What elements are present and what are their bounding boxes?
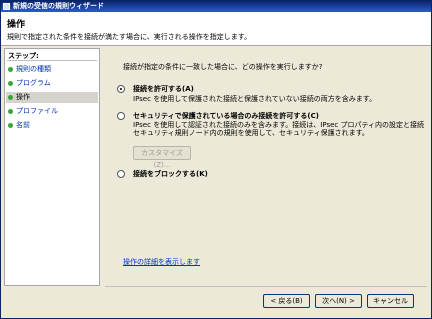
allow-secure-radio[interactable] <box>117 112 125 120</box>
step-label: 規則の種類 <box>16 65 51 73</box>
customize-button[interactable]: カスタマイズ(Z)... <box>133 146 191 169</box>
wizard-window: 新規の受信の規則ウィザード 操作 規則で指定された条件を接続が満たす場合に、実行… <box>0 0 432 319</box>
step-profile[interactable]: プロファイル <box>6 106 98 117</box>
step-bullet-icon <box>8 95 13 100</box>
step-bullet-icon <box>8 109 13 114</box>
allow-connection-radio[interactable] <box>117 85 125 93</box>
allow-connection-label[interactable]: 接続を許可する(A) <box>133 84 194 94</box>
step-action[interactable]: 操作 <box>6 92 98 103</box>
steps-panel: ステップ: 規則の種類 プログラム 操作 プロファイル 名前 <box>4 48 100 286</box>
step-label: 操作 <box>16 93 30 101</box>
block-connection-radio[interactable] <box>117 170 125 178</box>
step-program[interactable]: プログラム <box>6 78 98 89</box>
step-bullet-icon <box>8 123 13 128</box>
step-label: プロファイル <box>16 107 58 115</box>
step-label: プログラム <box>16 79 51 87</box>
allow-connection-description: IPsec を使用して保護された接続と保護されていない接続の両方を含みます。 <box>133 95 377 103</box>
allow-secure-description-1: IPsec を使用して認証された接続のみを含みます。接続は、IPsec プロパテ… <box>133 121 425 129</box>
back-button[interactable]: < 戻る(B) <box>263 294 310 308</box>
step-name[interactable]: 名前 <box>6 120 98 131</box>
step-rule-type[interactable]: 規則の種類 <box>6 64 98 75</box>
page-description: 規則で指定された条件を接続が満たす場合に、実行される操作を指定します。 <box>7 33 252 41</box>
step-label: 名前 <box>16 121 30 129</box>
footer-divider <box>105 286 427 287</box>
step-bullet-icon <box>8 67 13 72</box>
block-connection-label[interactable]: 接続をブロックする(K) <box>133 169 208 179</box>
allow-secure-label[interactable]: セキュリティで保護されている場合のみ接続を許可する(C) <box>133 111 319 121</box>
action-details-link[interactable]: 操作の詳細を表示します <box>123 257 200 267</box>
wizard-header: 操作 規則で指定された条件を接続が満たす場合に、実行される操作を指定します。 <box>1 12 431 46</box>
steps-divider <box>7 60 97 61</box>
action-question: 接続が指定の条件に一致した場合に、どの操作を実行しますか? <box>123 63 323 71</box>
cancel-button[interactable]: キャンセル <box>367 294 414 308</box>
action-panel: 接続が指定の条件に一致した場合に、どの操作を実行しますか? 接続を許可する(A)… <box>105 48 427 286</box>
page-title: 操作 <box>7 20 26 30</box>
step-bullet-icon <box>8 81 13 86</box>
firewall-icon <box>3 3 10 10</box>
allow-secure-description-2: セキュリティ規則ノード内の規則を使用して、セキュリティ保護されます。 <box>133 129 369 137</box>
title-bar[interactable]: 新規の受信の規則ウィザード <box>1 1 431 12</box>
next-button[interactable]: 次へ(N) > <box>315 294 362 308</box>
window-title: 新規の受信の規則ウィザード <box>13 2 104 10</box>
